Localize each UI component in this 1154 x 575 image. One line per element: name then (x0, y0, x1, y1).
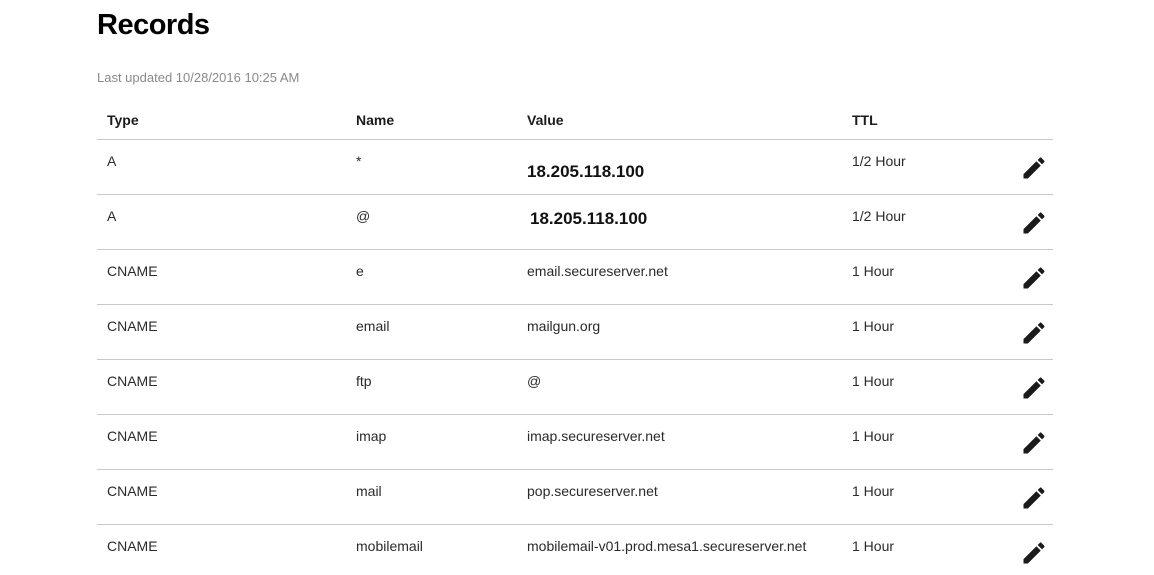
record-name: email (356, 318, 390, 334)
table-row: CNAME ftp @ 1 Hour (97, 360, 1053, 415)
edit-record-button[interactable] (1017, 261, 1051, 295)
edit-record-button[interactable] (1017, 206, 1051, 240)
pencil-icon (1023, 432, 1045, 454)
record-name: @ (356, 208, 371, 224)
pencil-icon (1023, 377, 1045, 399)
edit-record-button[interactable] (1017, 426, 1051, 460)
edit-record-button[interactable] (1017, 536, 1051, 570)
table-row: CNAME mail pop.secureserver.net 1 Hour (97, 470, 1053, 525)
table-row: CNAME imap imap.secureserver.net 1 Hour (97, 415, 1053, 470)
record-ttl: 1 Hour (852, 538, 895, 554)
column-header-name: Name (356, 112, 395, 128)
edit-record-button[interactable] (1017, 481, 1051, 515)
record-ttl: 1 Hour (852, 428, 895, 444)
records-page: Records Last updated 10/28/2016 10:25 AM… (0, 0, 1154, 575)
pencil-icon (1023, 322, 1045, 344)
record-type: CNAME (107, 538, 158, 554)
record-name: e (356, 263, 364, 279)
record-name: mail (356, 483, 382, 499)
record-type: A (107, 153, 117, 169)
pencil-icon (1023, 157, 1045, 179)
records-table: Type Name Value TTL A * 18.205.118.100 1… (97, 100, 1053, 575)
record-value: pop.secureserver.net (527, 483, 658, 499)
page-title: Records (97, 9, 210, 41)
pencil-icon (1023, 487, 1045, 509)
record-name: mobilemail (356, 538, 423, 554)
last-updated-text: Last updated 10/28/2016 10:25 AM (97, 70, 300, 85)
record-type: CNAME (107, 318, 158, 334)
table-row: A * 18.205.118.100 1/2 Hour (97, 140, 1053, 195)
pencil-icon (1023, 267, 1045, 289)
record-ttl: 1 Hour (852, 263, 895, 279)
record-type: CNAME (107, 428, 158, 444)
record-ttl: 1/2 Hour (852, 153, 906, 169)
record-ttl: 1/2 Hour (852, 208, 906, 224)
column-header-value: Value (527, 112, 564, 128)
column-header-type: Type (107, 112, 139, 128)
record-type: A (107, 208, 117, 224)
record-value: imap.secureserver.net (527, 428, 665, 444)
record-name: imap (356, 428, 387, 444)
record-ttl: 1 Hour (852, 373, 895, 389)
column-header-ttl: TTL (852, 112, 878, 128)
table-row: CNAME e email.secureserver.net 1 Hour (97, 250, 1053, 305)
table-row: CNAME mobilemail mobilemail-v01.prod.mes… (97, 525, 1053, 575)
record-value: mobilemail-v01.prod.mesa1.secureserver.n… (527, 538, 807, 554)
record-name: * (356, 153, 362, 169)
record-value: 18.205.118.100 (530, 209, 648, 228)
record-value: email.secureserver.net (527, 263, 668, 279)
table-header: Type Name Value TTL (97, 100, 1053, 140)
pencil-icon (1023, 212, 1045, 234)
record-value: @ (527, 373, 542, 389)
record-ttl: 1 Hour (852, 318, 895, 334)
record-type: CNAME (107, 483, 158, 499)
record-value: 18.205.118.100 (527, 162, 645, 181)
edit-record-button[interactable] (1017, 151, 1051, 185)
table-row: CNAME email mailgun.org 1 Hour (97, 305, 1053, 360)
edit-record-button[interactable] (1017, 371, 1051, 405)
record-name: ftp (356, 373, 372, 389)
record-type: CNAME (107, 263, 158, 279)
record-type: CNAME (107, 373, 158, 389)
table-row: A @ 18.205.118.100 1/2 Hour (97, 195, 1053, 250)
edit-record-button[interactable] (1017, 316, 1051, 350)
record-ttl: 1 Hour (852, 483, 895, 499)
pencil-icon (1023, 542, 1045, 564)
record-value: mailgun.org (527, 318, 601, 334)
